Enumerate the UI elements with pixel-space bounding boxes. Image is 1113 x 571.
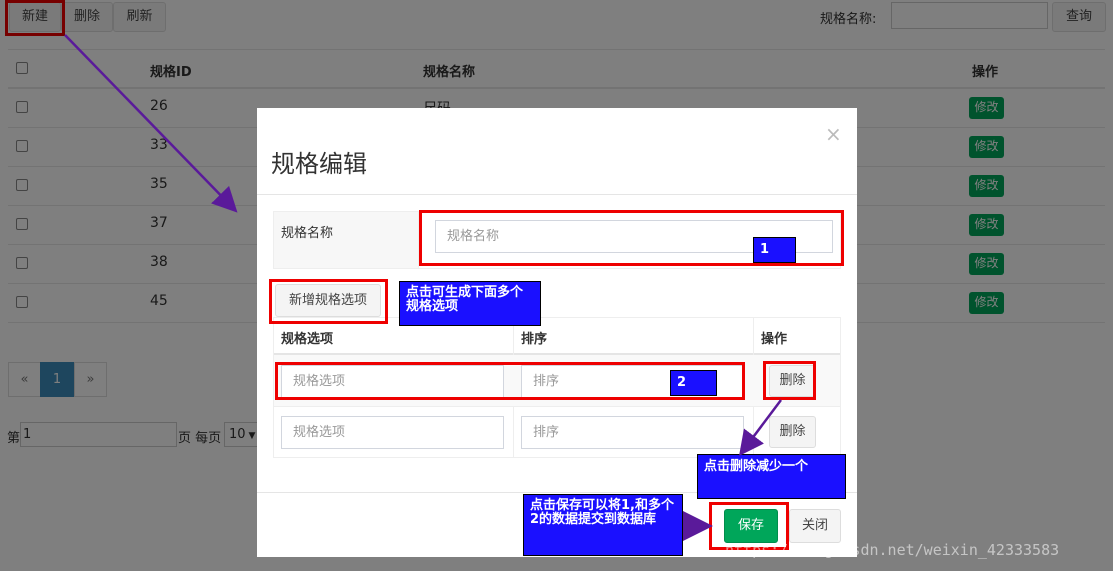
annotation-arrows (64, 34, 782, 541)
watermark: https://blog.csdn.net/weixin_42333583 (725, 541, 1060, 559)
arrow-new-to-modal (64, 34, 238, 213)
arrow-delete-note (739, 399, 782, 456)
